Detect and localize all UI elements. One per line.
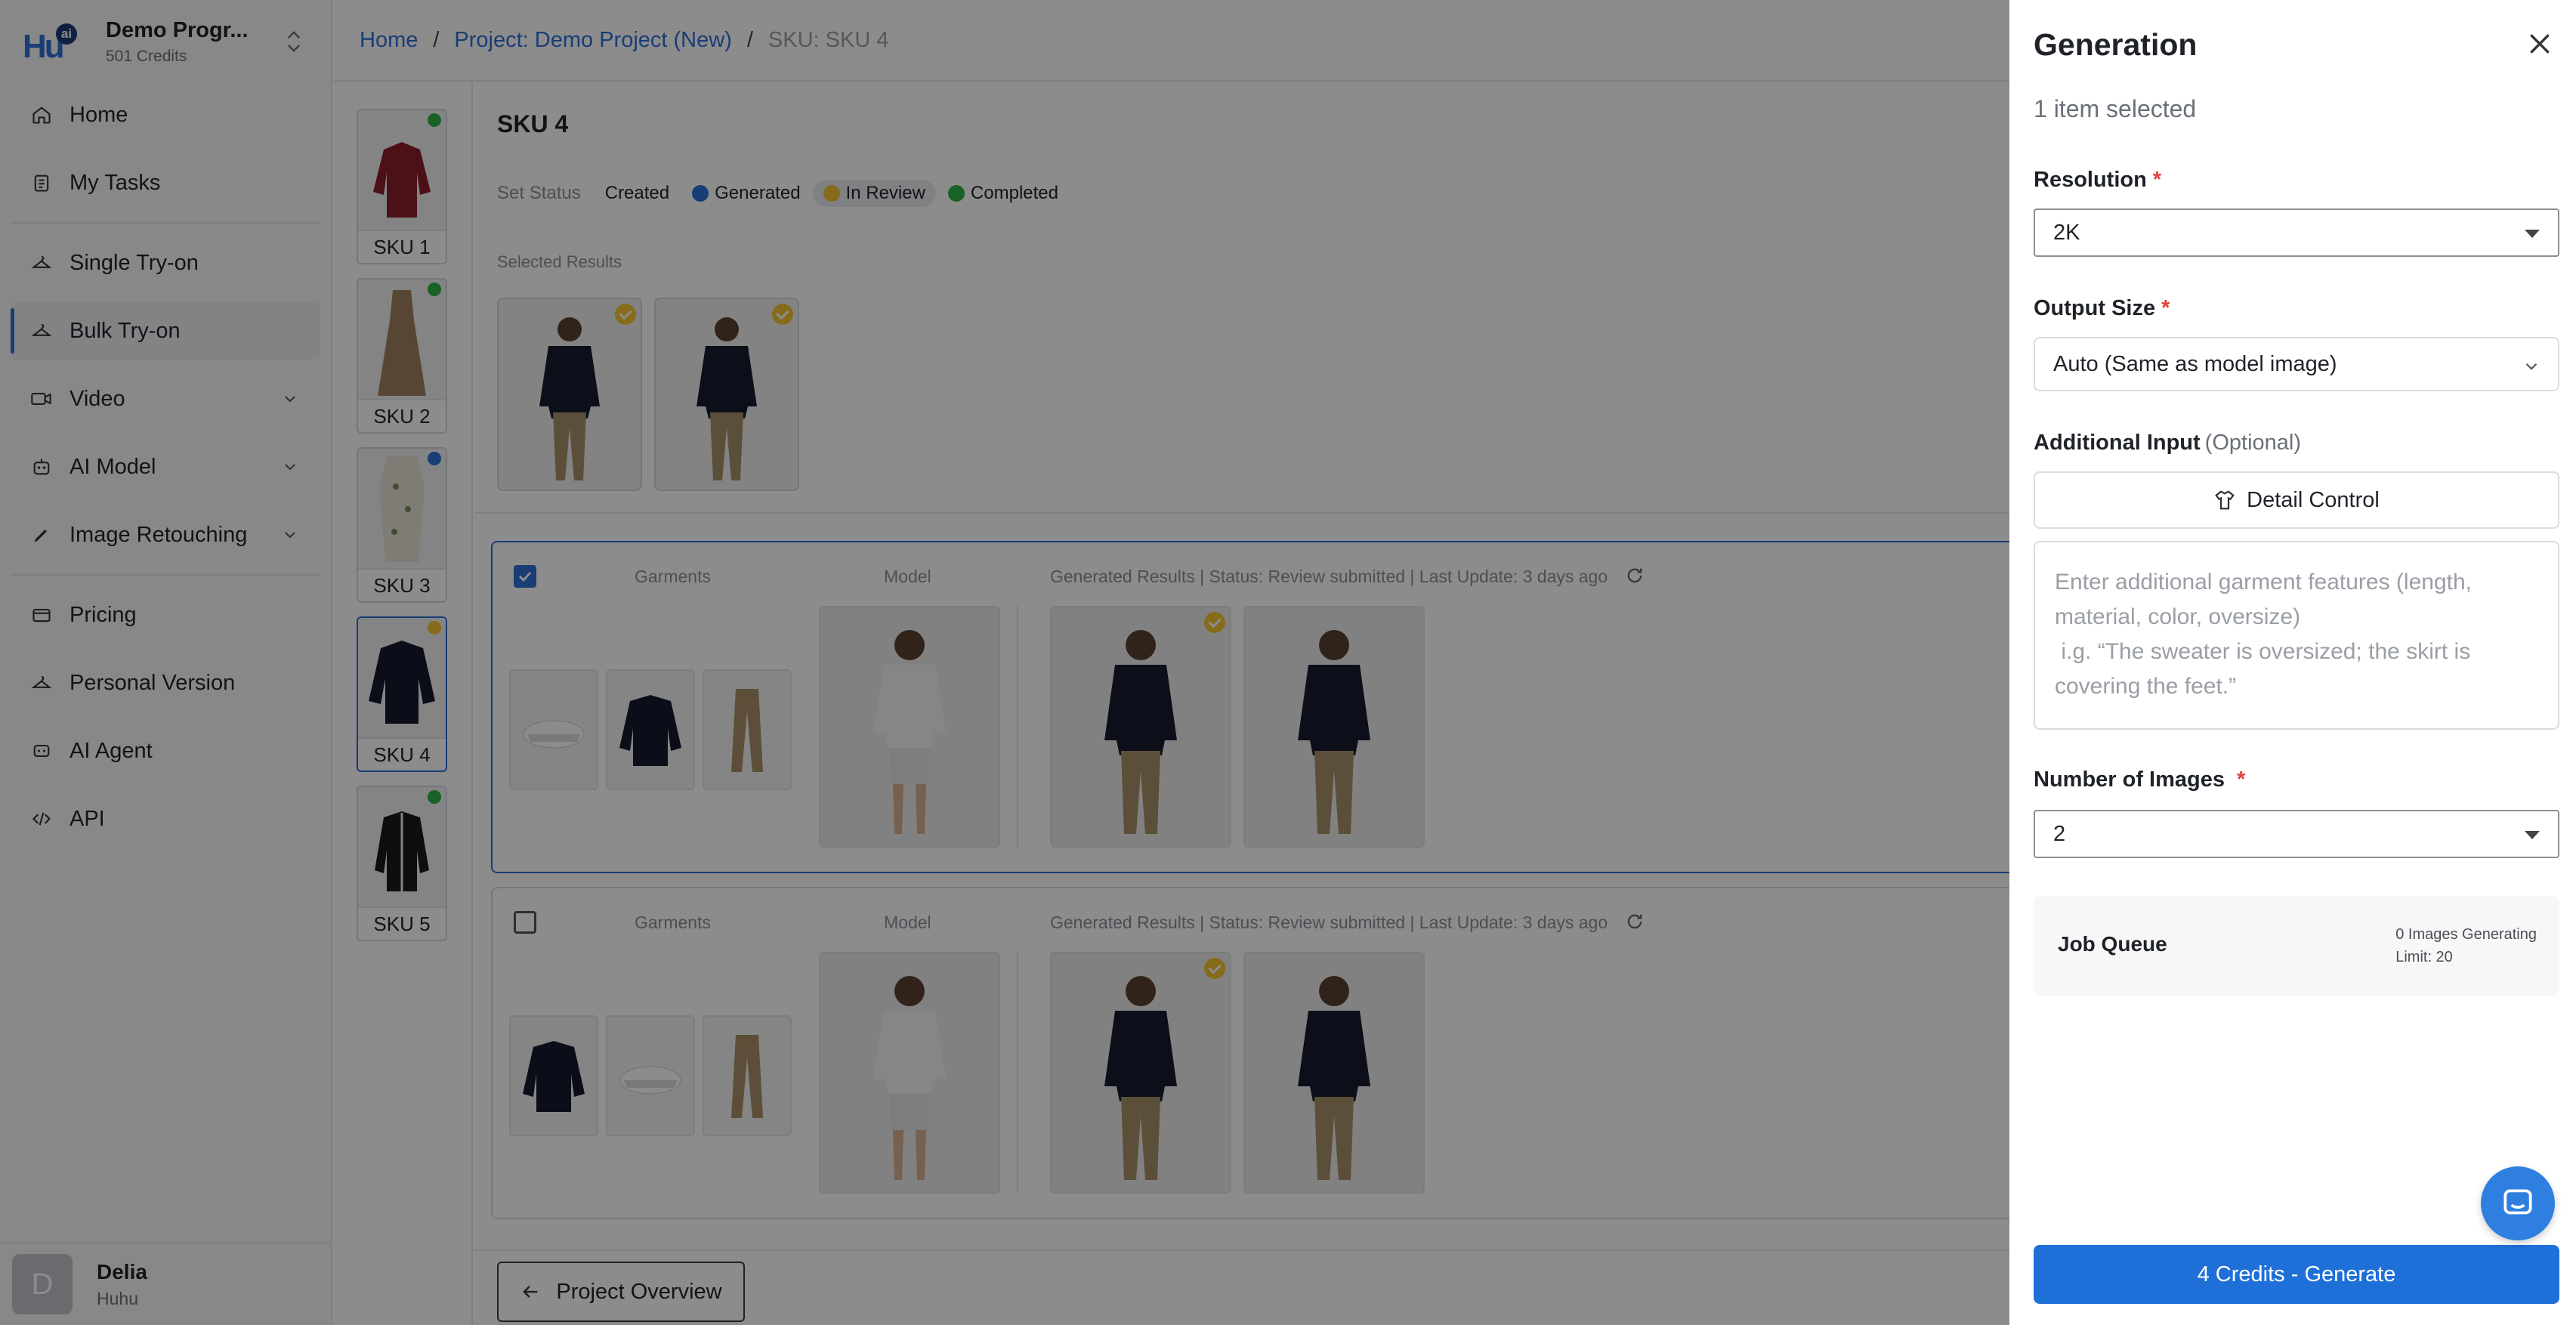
caret-down-icon: [2525, 230, 2540, 238]
num-images-select[interactable]: 2: [2034, 810, 2559, 858]
panel-title: Generation: [2034, 27, 2198, 62]
chat-icon: [2503, 1189, 2532, 1215]
modal-backdrop[interactable]: [0, 0, 2009, 1325]
resolution-label: Resolution *: [2034, 168, 2162, 192]
queue-limit: Limit: 20: [2395, 949, 2453, 965]
caret-down-icon: [2525, 831, 2540, 839]
close-icon[interactable]: [2525, 29, 2555, 59]
resolution-select[interactable]: 2K: [2034, 208, 2559, 257]
additional-input-textarea[interactable]: Enter additional garment features (lengt…: [2034, 541, 2559, 730]
num-images-label: Number of Images *: [2034, 768, 2246, 792]
output-size-select[interactable]: Auto (Same as model image): [2034, 337, 2559, 391]
detail-control-button[interactable]: Detail Control: [2034, 471, 2559, 529]
additional-input-label: Additional Input (Optional): [2034, 431, 2301, 455]
shirt-icon: [2215, 490, 2235, 510]
selection-count: 1 item selected: [2034, 95, 2197, 122]
chevron-down-icon: [2525, 363, 2537, 370]
job-queue: Job Queue 0 Images Generating Limit: 20: [2034, 896, 2559, 996]
output-size-label: Output Size *: [2034, 296, 2170, 320]
generation-panel: Generation 1 item selected Resolution * 2…: [2009, 0, 2576, 1325]
generate-button[interactable]: 4 Credits - Generate: [2034, 1245, 2559, 1304]
queue-generating: 0 Images Generating: [2395, 926, 2537, 943]
chat-support-button[interactable]: [2481, 1166, 2555, 1240]
